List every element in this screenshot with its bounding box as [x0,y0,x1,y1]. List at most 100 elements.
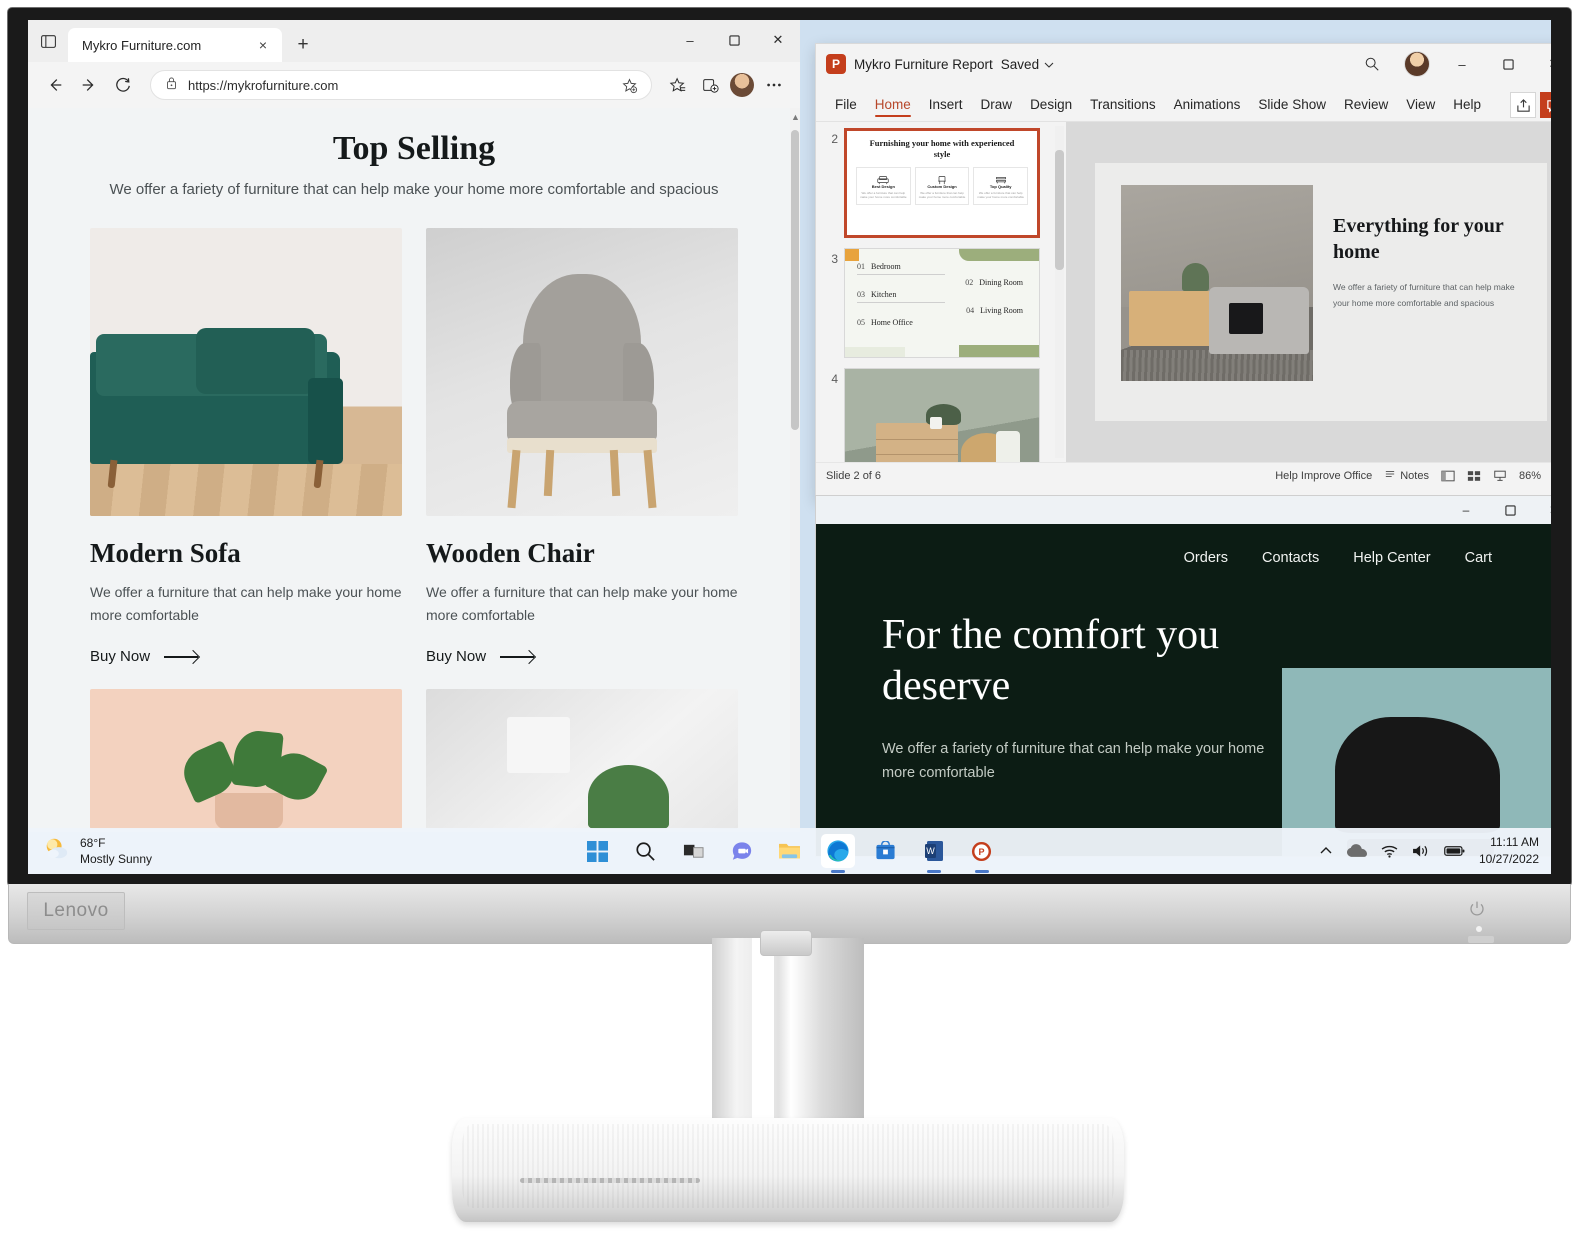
help-improve-office-button[interactable]: Help Improve Office [1275,470,1372,482]
search-icon[interactable] [1350,44,1394,84]
slide-editing-area[interactable]: Everything for your home We offer a fari… [1066,122,1551,462]
ribbon-tab-home[interactable]: Home [866,93,920,121]
more-options-icon[interactable] [760,71,788,99]
product-card: Modern Sofa We offer a furniture that ca… [90,228,402,665]
close-button[interactable]: ✕ [1532,496,1551,524]
tab-actions-icon[interactable] [28,20,68,62]
minimize-button[interactable]: – [668,20,712,60]
ribbon-tab-insert[interactable]: Insert [920,93,972,121]
ribbon-actions [1510,92,1551,121]
page-scrollbar-thumb[interactable] [791,130,799,430]
back-arrow-icon[interactable] [40,70,70,100]
comments-icon[interactable] [1540,92,1551,118]
forward-arrow-icon[interactable] [74,70,104,100]
slide-room-list: 01 Bedroom 02 Dining Room 03 Kitchen 04 … [845,249,1039,357]
edge-button[interactable] [820,834,855,868]
thumbnail-scrollbar-thumb[interactable] [1055,150,1064,270]
powerpoint-button[interactable]: P [965,834,999,868]
slide-thumbnail[interactable]: 3 01 Bedroom 02 Dining Room 03 Kitchen 0… [820,248,1066,358]
slide-thumbnail-3[interactable]: 01 Bedroom 02 Dining Room 03 Kitchen 04 … [844,248,1040,358]
page-scrollbar[interactable]: ▲ [790,108,800,832]
battery-icon[interactable] [1444,845,1465,857]
maximize-button[interactable] [712,20,756,60]
slide-thumbnail-4[interactable] [844,368,1040,462]
word-button[interactable]: W [917,834,951,868]
add-favorite-icon[interactable] [615,71,643,99]
collections-icon[interactable] [696,71,724,99]
profile-avatar[interactable] [728,71,756,99]
nav-link-help-center[interactable]: Help Center [1353,550,1430,566]
ribbon-tab-help[interactable]: Help [1444,93,1490,121]
clock-date: 10/27/2022 [1478,852,1539,866]
close-button[interactable]: ✕ [756,20,800,60]
nav-link-cart[interactable]: Cart [1465,550,1492,566]
ribbon-tab-draw[interactable]: Draw [972,93,1022,121]
slide-thumbnail-2[interactable]: Furnishing your home with experienced st… [844,128,1040,238]
share-icon[interactable] [1510,92,1536,118]
nav-link-contacts[interactable]: Contacts [1262,550,1319,566]
search-button[interactable] [629,834,663,868]
document-name[interactable]: Mykro Furniture Report [854,57,993,72]
start-button[interactable] [581,834,615,868]
room-list-item: 05 Home Office [857,318,1027,327]
normal-view-icon[interactable] [1441,470,1455,482]
slide-sorter-icon[interactable] [1467,470,1481,482]
room-number: 05 [857,318,865,327]
ribbon-tab-transitions[interactable]: Transitions [1081,93,1165,121]
page-subtitle: We offer a fariety of furniture that can… [109,181,719,198]
slide-thumbnail[interactable]: 2 Furnishing your home with experienced … [820,128,1066,238]
notes-button[interactable]: Notes [1384,469,1429,482]
ribbon-tab-review[interactable]: Review [1335,93,1397,121]
zoom-level[interactable]: 86% [1519,470,1541,482]
buy-now-button[interactable]: Buy Now [426,648,738,665]
slide-text-block[interactable]: Everything for your home We offer a fari… [1333,185,1521,399]
weather-widget[interactable]: 68°F Mostly Sunny [28,835,152,867]
save-state-button[interactable]: Saved [1001,57,1054,72]
thumbnail-scrollbar[interactable] [1055,126,1064,458]
wifi-icon[interactable] [1381,845,1398,858]
slide-counter: Slide 2 of 6 [826,469,882,482]
slide-body: We offer a fariety of furniture that can… [1333,282,1515,309]
close-button[interactable]: ✕ [1532,44,1551,84]
volume-icon[interactable] [1412,844,1430,858]
reading-view-icon[interactable] [1493,470,1507,482]
feature-card: Best Design We offer a furniture that ca… [856,166,911,205]
refresh-icon[interactable] [108,70,138,100]
new-tab-button[interactable]: + [288,30,318,60]
user-avatar[interactable] [1404,51,1430,77]
nav-link-orders[interactable]: Orders [1184,550,1228,566]
maximize-button[interactable] [1486,44,1530,84]
minimize-button[interactable]: – [1440,44,1484,84]
browser-tab[interactable]: Mykro Furniture.com × [68,28,282,62]
slide-image[interactable] [1121,185,1313,381]
ribbon-tab-view[interactable]: View [1397,93,1444,121]
ribbon-tab-animations[interactable]: Animations [1165,93,1250,121]
screenshot-root: Mykro Furniture.com × + – ✕ https://mykr… [0,0,1579,1235]
power-led [1476,926,1482,932]
microsoft-store-button[interactable] [869,834,903,868]
page-header: Top Selling We offer a fariety of furnit… [28,108,800,202]
maximize-button[interactable] [1488,496,1532,524]
task-view-button[interactable] [677,834,711,868]
minimize-button[interactable]: – [1444,496,1488,524]
taskbar-clock[interactable]: 11:11 AM 10/27/2022 [1479,834,1539,867]
buy-now-button[interactable]: Buy Now [90,648,402,665]
slide-thumbnail-panel[interactable]: 2 Furnishing your home with experienced … [816,122,1066,462]
file-explorer-button[interactable] [773,834,807,868]
onedrive-icon[interactable] [1346,844,1367,858]
close-tab-icon[interactable]: × [252,34,274,56]
slide-thumbnail[interactable]: 4 [820,368,1066,462]
current-slide[interactable]: Everything for your home We offer a fari… [1095,163,1547,421]
power-button-icon[interactable] [1468,900,1486,918]
favorites-icon[interactable] [664,71,692,99]
browser-tab-title: Mykro Furniture.com [82,37,202,53]
ribbon-tab-design[interactable]: Design [1021,93,1081,121]
address-bar[interactable]: https://mykrofurniture.com [150,70,652,100]
weather-text: 68°F Mostly Sunny [80,835,152,867]
feature-card-title: Best Design [871,183,895,189]
ribbon-tab-slide-show[interactable]: Slide Show [1249,93,1335,121]
chat-button[interactable] [725,834,759,868]
show-hidden-icons[interactable] [1319,846,1333,856]
ribbon-tab-file[interactable]: File [826,93,866,121]
site-preview-window: – ✕ Orders Contacts Help Center Cart [816,496,1551,856]
